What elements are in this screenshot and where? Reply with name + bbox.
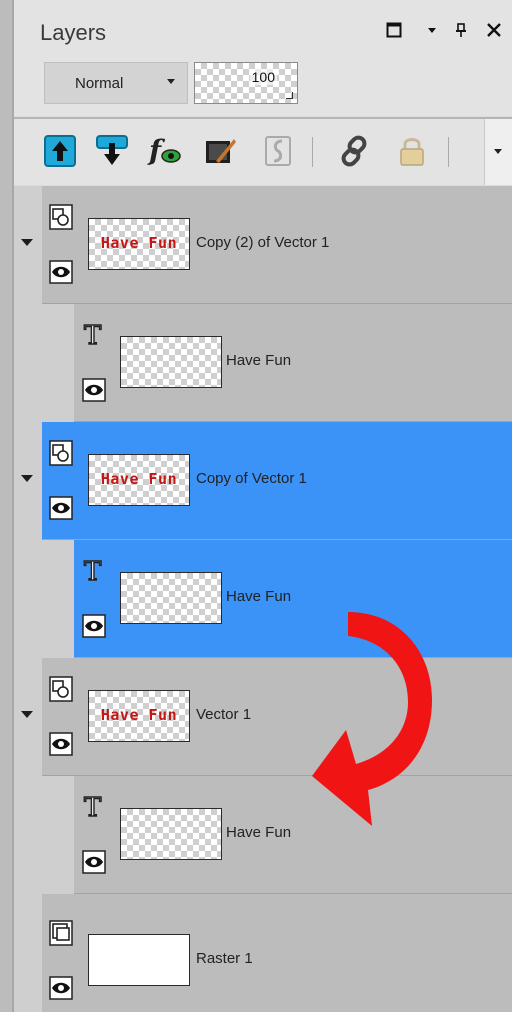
layer-row-raster-1[interactable]: Raster 1 [42,894,512,1012]
svg-text:f: f [147,134,166,167]
collapse-triangle-icon[interactable] [21,711,33,718]
blend-mode-value: Normal [75,75,124,92]
dropdown-icon[interactable] [426,22,438,42]
thumbnail-text: Have Fun [100,706,178,724]
layer-name: Copy (2) of Vector 1 [196,234,330,251]
edit-selection-icon[interactable] [202,133,238,169]
layer-name: Have Fun [226,352,292,369]
panel-title: Layers [40,20,107,45]
new-vector-layer-icon[interactable] [94,133,130,169]
layer-thumbnail [88,934,190,986]
layer-thumbnail: Have Fun [88,218,190,270]
layer-name: Have Fun [226,588,292,605]
pin-icon[interactable] [454,22,468,42]
layer-row-copy-2-of-vector-1[interactable]: Have Fun Copy (2) of Vector 1 [42,186,512,304]
vector-layer-icon [49,204,73,230]
layer-row-have-fun[interactable]: T Have Fun [74,776,512,894]
text-layer-icon: T [82,792,106,823]
new-raster-layer-icon[interactable] [42,133,78,169]
layer-row-vector-1[interactable]: Have Fun Vector 1 [42,658,512,776]
visibility-eye-icon[interactable] [49,496,73,520]
layer-list: Have Fun Copy (2) of Vector 1 T Have Fun [14,186,512,1012]
layer-row-copy-of-vector-1[interactable]: Have Fun Copy of Vector 1 [42,422,512,540]
svg-text:T: T [84,558,102,584]
resize-grip-icon [286,92,293,99]
chevron-down-icon [167,79,175,84]
panel-left-edge [0,0,12,1012]
svg-text:T: T [84,794,102,820]
layer-name: Raster 1 [196,950,253,967]
visibility-eye-icon[interactable] [82,850,106,874]
layers-panel: Layers Normal 100 f Have Fun Copy (2) of… [0,0,512,1012]
collapse-triangle-icon[interactable] [21,475,33,482]
toolbar-separator [312,137,313,167]
svg-text:T: T [84,322,102,348]
layer-name: Have Fun [226,824,292,841]
visibility-eye-icon[interactable] [49,732,73,756]
visibility-eye-icon[interactable] [82,378,106,402]
layer-thumbnail [120,336,222,388]
layer-row-have-fun-selected[interactable]: T Have Fun [74,540,512,658]
thumbnail-text: Have Fun [100,470,178,488]
restore-icon[interactable] [386,22,402,42]
layer-style-icon[interactable]: f [146,133,182,169]
layer-name: Copy of Vector 1 [196,470,307,487]
toolbar-separator [448,137,449,167]
panel-header: Layers Normal 100 [14,0,512,116]
visibility-eye-icon[interactable] [82,614,106,638]
layer-thumbnail [120,572,222,624]
thumbnail-text: Have Fun [100,234,178,252]
vector-layer-icon [49,440,73,466]
layer-thumbnail: Have Fun [88,690,190,742]
layer-thumbnail: Have Fun [88,454,190,506]
more-dropdown-icon[interactable] [484,119,512,185]
lock-icon[interactable] [394,133,430,169]
vector-layer-icon [49,676,73,702]
text-layer-icon: T [82,556,106,587]
raster-layer-icon [49,920,73,946]
visibility-eye-icon[interactable] [49,976,73,1000]
opacity-value: 100 [249,69,277,85]
layers-toolbar: f [14,119,512,185]
collapse-triangle-icon[interactable] [21,239,33,246]
text-layer-icon: T [82,320,106,351]
link-icon[interactable] [336,133,372,169]
layer-name: Vector 1 [196,706,252,723]
layer-row-have-fun[interactable]: T Have Fun [74,304,512,422]
close-icon[interactable] [486,22,502,42]
layer-thumbnail [120,808,222,860]
blend-mode-select[interactable]: Normal [44,62,188,104]
mask-icon[interactable] [260,133,296,169]
opacity-input[interactable]: 100 [194,62,298,104]
visibility-eye-icon[interactable] [49,260,73,284]
